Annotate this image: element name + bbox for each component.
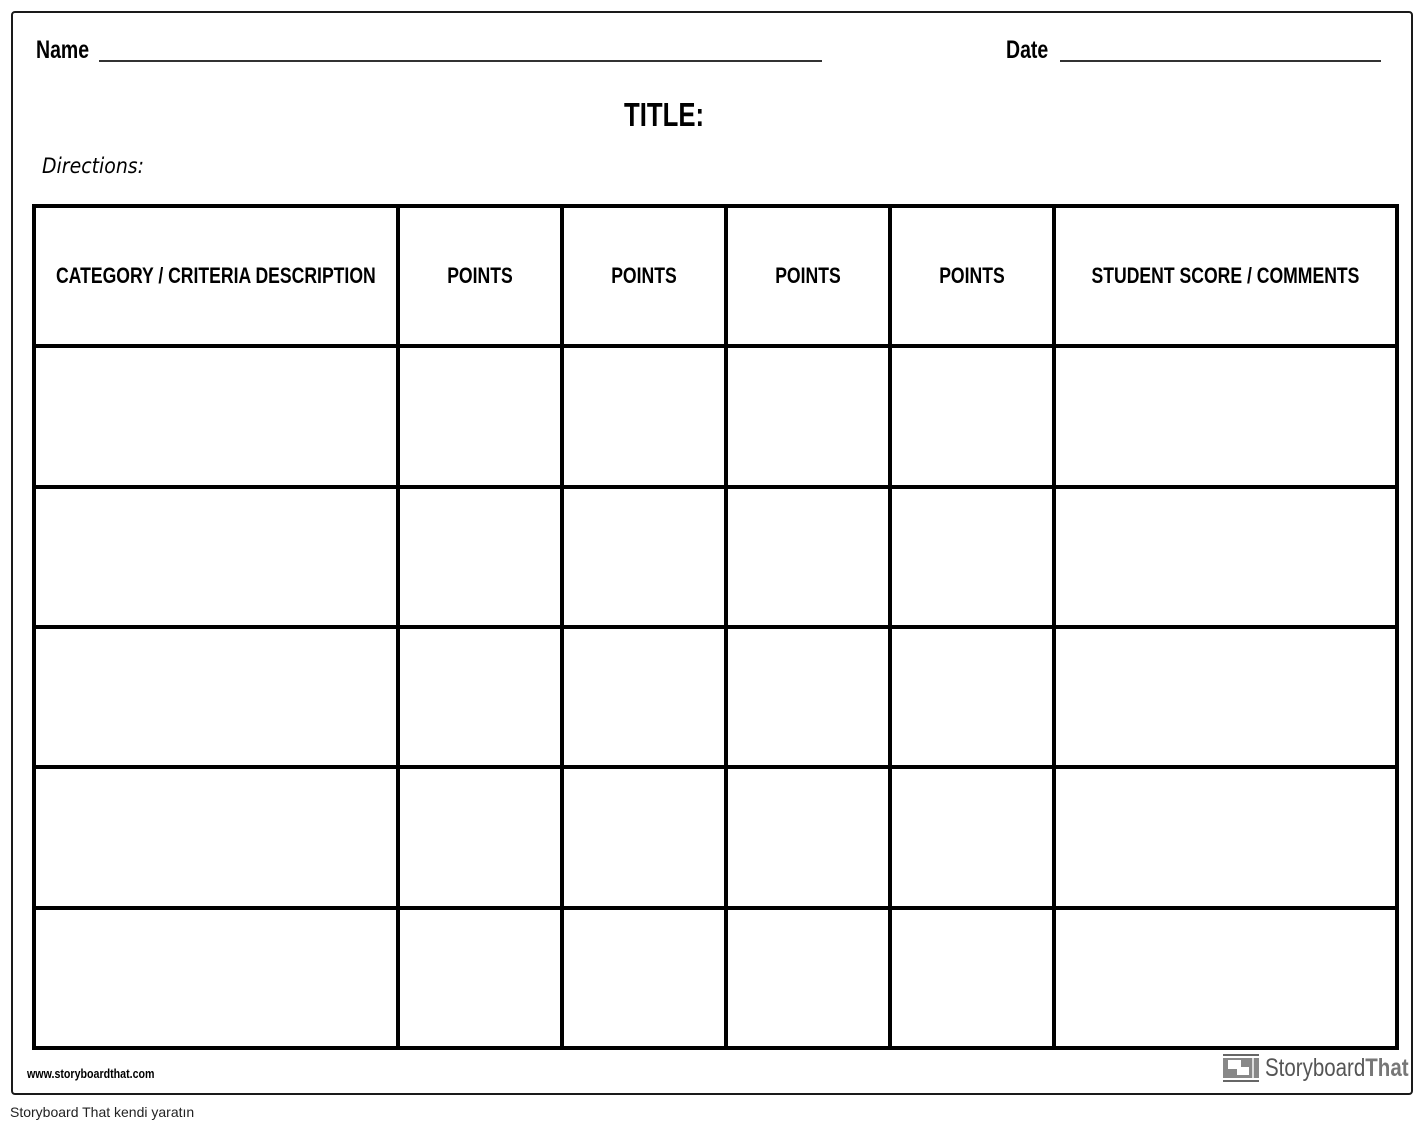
table-header-label: POINTS xyxy=(611,263,677,288)
table-cell[interactable] xyxy=(400,769,560,906)
directions-label: Directions: xyxy=(42,154,145,178)
table-cell[interactable] xyxy=(400,348,560,485)
table-cell[interactable] xyxy=(1056,489,1395,625)
table-cell[interactable] xyxy=(1056,769,1395,906)
table-header-cell: POINTS xyxy=(892,208,1052,344)
table-cell[interactable] xyxy=(728,769,888,906)
table-cell[interactable] xyxy=(1056,629,1395,765)
table-cell[interactable] xyxy=(892,348,1052,485)
table-header-cell: POINTS xyxy=(400,208,560,344)
table-cell[interactable] xyxy=(892,629,1052,765)
caption-text: Storyboard That kendi yaratın xyxy=(10,1104,195,1120)
table-cell[interactable] xyxy=(1056,348,1395,485)
table-cell[interactable] xyxy=(400,489,560,625)
table-cell[interactable] xyxy=(564,910,724,1046)
table-cell[interactable] xyxy=(564,489,724,625)
brand-name: StoryboardThat xyxy=(1265,1054,1409,1083)
brand-name-secondary: That xyxy=(1365,1053,1409,1082)
table-header-cell: STUDENT SCORE / COMMENTS xyxy=(1056,208,1395,344)
table-cell[interactable] xyxy=(400,629,560,765)
name-label: Name xyxy=(36,36,90,64)
name-field[interactable] xyxy=(99,60,822,62)
table-header-label: POINTS xyxy=(447,263,513,288)
website-url: www.storyboardthat.com xyxy=(27,1066,155,1081)
table-cell[interactable] xyxy=(892,489,1052,625)
brand-name-primary: Storyboard xyxy=(1265,1053,1366,1082)
table-cell[interactable] xyxy=(728,910,888,1046)
table-cell[interactable] xyxy=(400,910,560,1046)
table-cell[interactable] xyxy=(36,769,396,906)
table-cell[interactable] xyxy=(728,348,888,485)
table-row-divider xyxy=(32,1046,1399,1050)
table-header-cell: CATEGORY / CRITERIA DESCRIPTION xyxy=(36,208,396,344)
table-cell[interactable] xyxy=(728,489,888,625)
table-header-label: POINTS xyxy=(775,263,841,288)
table-cell[interactable] xyxy=(892,910,1052,1046)
table-cell[interactable] xyxy=(564,629,724,765)
table-cell[interactable] xyxy=(36,629,396,765)
table-header-cell: POINTS xyxy=(728,208,888,344)
storyboard-logo-icon xyxy=(1223,1054,1259,1082)
table-cell[interactable] xyxy=(36,489,396,625)
date-label: Date xyxy=(1006,36,1049,64)
table-cell[interactable] xyxy=(36,348,396,485)
brand-logo: StoryboardThat xyxy=(1223,1054,1424,1082)
rubric-table: CATEGORY / CRITERIA DESCRIPTION POINTS POI… xyxy=(32,204,1399,1050)
date-field[interactable] xyxy=(1060,60,1381,62)
title-label: TITLE: xyxy=(624,96,705,133)
table-header-label: STUDENT SCORE / COMMENTS xyxy=(1091,263,1360,288)
table-cell[interactable] xyxy=(1056,910,1395,1046)
table-cell[interactable] xyxy=(564,769,724,906)
table-cell[interactable] xyxy=(564,348,724,485)
table-header-label: POINTS xyxy=(939,263,1005,288)
table-cell[interactable] xyxy=(728,629,888,765)
table-cell[interactable] xyxy=(892,769,1052,906)
table-column-divider xyxy=(1395,204,1399,1050)
table-cell[interactable] xyxy=(36,910,396,1046)
table-header-label: CATEGORY / CRITERIA DESCRIPTION xyxy=(56,263,376,288)
table-header-cell: POINTS xyxy=(564,208,724,344)
